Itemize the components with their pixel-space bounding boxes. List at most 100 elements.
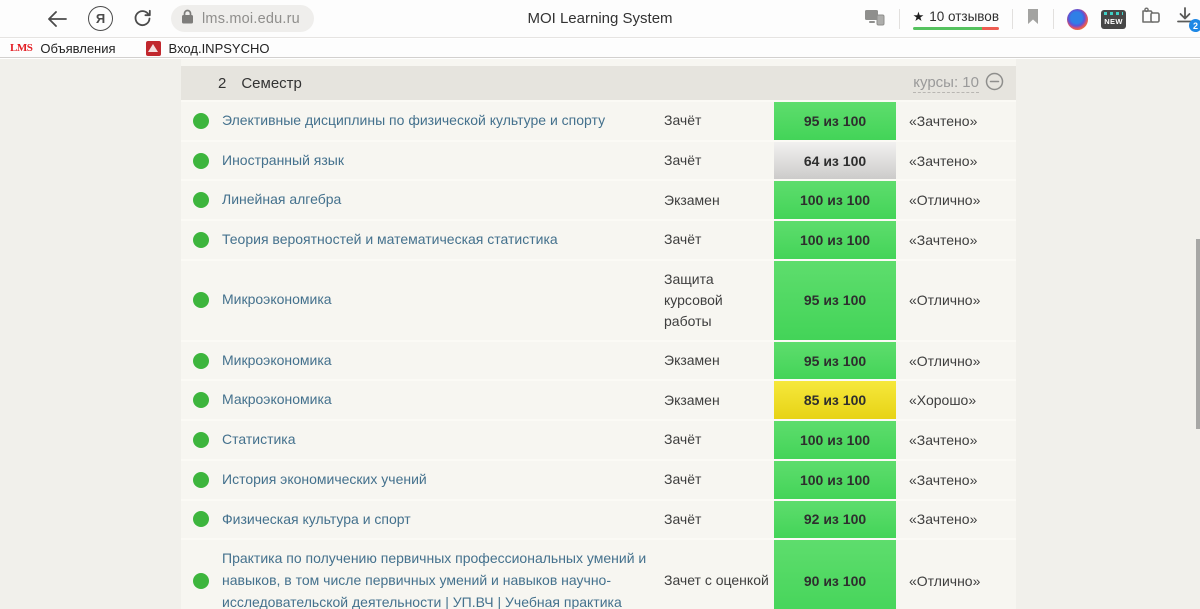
extension-browser-icon[interactable]: [1067, 9, 1088, 30]
score-cell: 95 из 100: [774, 342, 896, 380]
devices-icon[interactable]: [864, 8, 886, 31]
status-dot-icon: [193, 153, 209, 169]
course-link[interactable]: История экономических учений: [222, 469, 427, 491]
course-cell: История экономических учений: [220, 461, 664, 499]
course-link[interactable]: Элективные дисциплины по физической куль…: [222, 110, 605, 132]
status-cell: [181, 421, 220, 459]
address-bar[interactable]: lms.moi.edu.ru: [171, 5, 314, 32]
assessment-type-cell: Экзамен: [664, 181, 774, 219]
score-badge: 95 из 100: [774, 342, 896, 380]
assessment-type-cell: Зачёт: [664, 221, 774, 259]
score-badge: 85 из 100: [774, 381, 896, 419]
new-badge-label: NEW: [1104, 17, 1122, 29]
assessment-type-cell: Зачёт: [664, 102, 774, 140]
grades-rows: Элективные дисциплины по физической куль…: [181, 100, 1016, 609]
course-cell: Статистика: [220, 421, 664, 459]
score-cell: 100 из 100: [774, 461, 896, 499]
downloads-badge: 2: [1189, 19, 1200, 32]
courses-count-label: курсы: 10: [913, 74, 979, 93]
site-reviews-button[interactable]: ★ 10 отзывов: [913, 9, 999, 30]
course-link[interactable]: Линейная алгебра: [222, 189, 341, 211]
grade-cell: «Отлично»: [896, 181, 1016, 219]
status-cell: [181, 102, 220, 140]
course-link[interactable]: Микроэкономика: [222, 350, 332, 372]
grade-cell: «Зачтено»: [896, 142, 1016, 180]
course-link[interactable]: Практика по получению первичных професси…: [222, 548, 652, 609]
status-cell: [181, 142, 220, 180]
score-badge: 95 из 100: [774, 102, 896, 140]
semester-number: 2: [218, 75, 226, 92]
score-cell: 90 из 100: [774, 540, 896, 609]
status-dot-icon: [193, 392, 209, 408]
refresh-icon[interactable]: [131, 8, 153, 30]
score-badge: 64 из 100: [774, 142, 896, 180]
collections-icon[interactable]: [1139, 7, 1162, 31]
status-cell: [181, 501, 220, 539]
course-link[interactable]: Физическая культура и спорт: [222, 509, 411, 531]
course-cell: Физическая культура и спорт: [220, 501, 664, 539]
course-cell: Макроэкономика: [220, 381, 664, 419]
table-row: МикроэкономикаЭкзамен95 из 100«Отлично»: [181, 340, 1016, 380]
score-cell: 92 из 100: [774, 501, 896, 539]
course-link[interactable]: Иностранный язык: [222, 150, 344, 172]
grade-cell: «Отлично»: [896, 261, 1016, 340]
course-cell: Линейная алгебра: [220, 181, 664, 219]
grade-cell: «Зачтено»: [896, 421, 1016, 459]
course-cell: Практика по получению первичных професси…: [220, 540, 664, 609]
divider: [899, 9, 900, 29]
lock-icon: [181, 9, 194, 29]
grade-cell: «Отлично»: [896, 540, 1016, 609]
status-cell: [181, 540, 220, 609]
star-icon: ★: [913, 10, 925, 23]
status-cell: [181, 221, 220, 259]
course-cell: Микроэкономика: [220, 261, 664, 340]
assessment-type-cell: Зачёт: [664, 461, 774, 499]
score-badge: 100 из 100: [774, 461, 896, 499]
bookmarks-bar: LMS Объявления Вход.INPSYCHO: [0, 39, 1200, 58]
table-row: Теория вероятностей и математическая ста…: [181, 219, 1016, 259]
bookmark-item-inpsycho[interactable]: Вход.INPSYCHO: [146, 39, 270, 57]
inpsycho-favicon: [146, 41, 161, 56]
status-cell: [181, 461, 220, 499]
semester-label: Семестр: [241, 75, 302, 92]
back-icon[interactable]: [46, 8, 68, 30]
score-badge: 92 из 100: [774, 501, 896, 539]
table-row: Макроэкономика Экзамен85 из 100«Хорошо»: [181, 379, 1016, 419]
course-link[interactable]: Микроэкономика: [222, 289, 332, 311]
assessment-type-cell: Зачет с оценкой: [664, 540, 774, 609]
browser-toolbar: Я lms.moi.edu.ru MOI Learning System ★ 1…: [0, 0, 1200, 38]
score-badge: 100 из 100: [774, 181, 896, 219]
bookmark-label: Вход.INPSYCHO: [169, 41, 270, 56]
grade-cell: «Зачтено»: [896, 461, 1016, 499]
status-dot-icon: [193, 113, 209, 129]
status-cell: [181, 342, 220, 380]
vertical-scrollbar[interactable]: [1196, 239, 1200, 429]
grade-cell: «Зачтено»: [896, 221, 1016, 259]
new-extension-icon[interactable]: NEW: [1101, 10, 1126, 29]
grade-cell: «Хорошо»: [896, 381, 1016, 419]
downloads-icon[interactable]: 2: [1175, 6, 1199, 32]
status-cell: [181, 381, 220, 419]
bookmark-item-announcements[interactable]: LMS Объявления: [10, 39, 116, 57]
table-row: Иностранный языкЗачёт64 из 100«Зачтено»: [181, 140, 1016, 180]
grade-cell: «Отлично»: [896, 342, 1016, 380]
semester-2-header: 2 Семестр курсы: 10: [181, 66, 1016, 100]
yandex-logo-icon[interactable]: Я: [88, 6, 113, 31]
assessment-type-cell: Экзамен: [664, 381, 774, 419]
course-link[interactable]: Макроэкономика: [222, 389, 332, 411]
course-cell: Элективные дисциплины по физической куль…: [220, 102, 664, 140]
reviews-count-label: 10 отзывов: [929, 9, 999, 24]
page-content: 2 Семестр курсы: 10 Элективные дисциплин…: [0, 59, 1200, 609]
grade-cell: «Зачтено»: [896, 102, 1016, 140]
collapse-minus-icon[interactable]: [985, 72, 1004, 95]
semester-2-courses-toggle[interactable]: курсы: 10: [913, 72, 1004, 95]
course-link[interactable]: Статистика: [222, 429, 296, 451]
course-link[interactable]: Теория вероятностей и математическая ста…: [222, 229, 558, 251]
table-row: МикроэкономикаЗащита курсовой работы95 и…: [181, 259, 1016, 340]
score-badge: 95 из 100: [774, 261, 896, 340]
browser-window: Я lms.moi.edu.ru MOI Learning System ★ 1…: [0, 0, 1200, 609]
rating-bar: [913, 27, 999, 30]
bookmark-flag-icon[interactable]: [1026, 8, 1040, 30]
status-dot-icon: [193, 472, 209, 488]
score-cell: 100 из 100: [774, 221, 896, 259]
